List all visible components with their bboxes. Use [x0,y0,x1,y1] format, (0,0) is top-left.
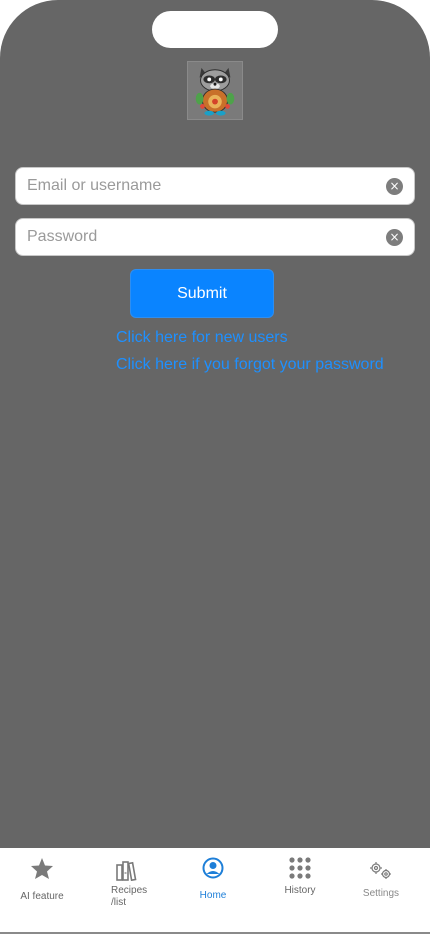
tab-home[interactable]: Home [186,848,240,932]
email-input[interactable] [27,168,377,204]
phone-frame: × × Submit Click here for new users Clic… [0,0,430,936]
tab-label: Home [199,890,227,901]
tab-label: AI feature [20,891,64,902]
password-field[interactable]: × [15,218,415,256]
new-user-link[interactable]: Click here for new users [116,329,288,347]
user-circle-icon [202,857,224,882]
tab-label: Recipes /list [111,885,148,908]
tab-settings[interactable]: Settings [356,848,406,932]
submit-button[interactable]: Submit [130,269,274,318]
clear-password-icon[interactable]: × [386,229,403,246]
star-icon [30,857,54,883]
tab-label: History [284,885,316,896]
password-input[interactable] [27,219,377,255]
tab-ai-feature[interactable]: AI feature [8,848,76,932]
home-indicator-line [0,932,430,934]
tab-history[interactable]: History [274,848,326,932]
email-field[interactable]: × [15,167,415,205]
grid-dots-icon [289,857,311,882]
books-icon [116,861,140,884]
tab-recipes-list[interactable]: Recipes /list [102,848,154,932]
raccoon-logo-image [187,61,243,120]
dynamic-island [152,11,278,48]
login-screen: × × Submit Click here for new users Clic… [0,0,430,848]
gears-icon [368,861,394,884]
forgot-password-link[interactable]: Click here if you forgot your password [116,356,384,374]
tab-label: Settings [362,888,400,899]
bottom-tab-bar: AI feature Recipes /list Home History Se… [0,848,430,932]
clear-email-icon[interactable]: × [386,178,403,195]
